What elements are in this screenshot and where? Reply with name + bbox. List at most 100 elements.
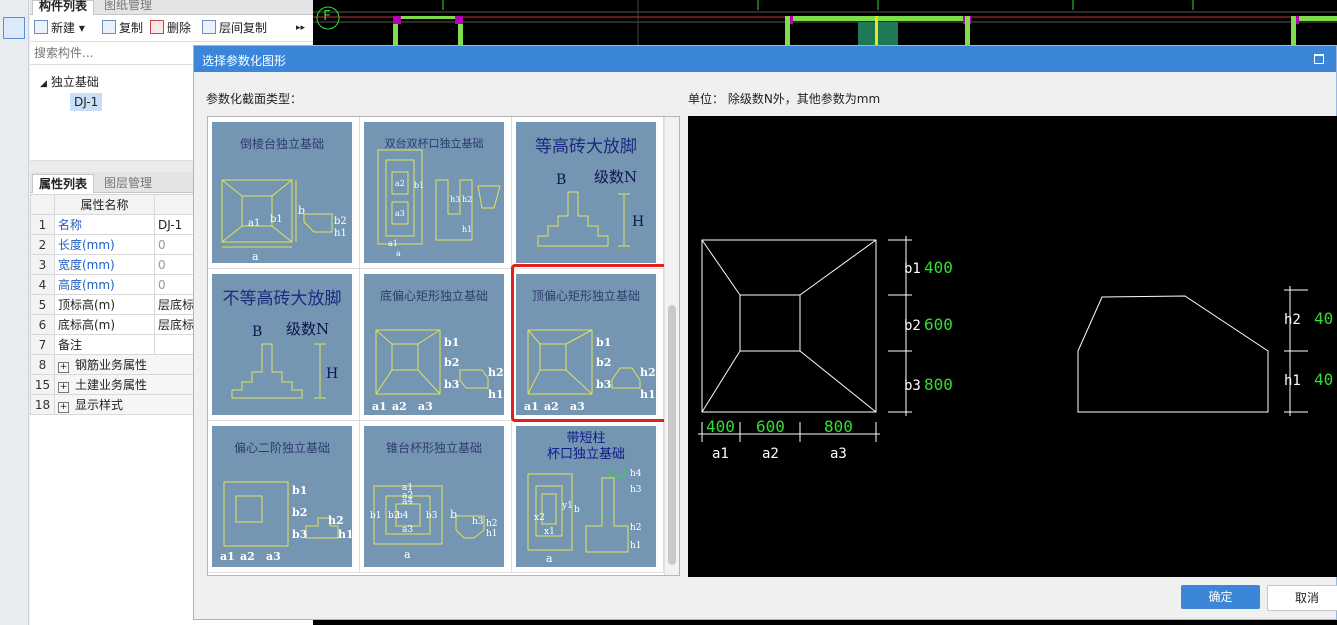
left-icon-strip — [0, 0, 29, 625]
properties-icon[interactable] — [3, 17, 25, 39]
expand-icon[interactable]: + — [58, 382, 69, 393]
prop-value[interactable]: 0 — [153, 254, 199, 275]
tab-props-list[interactable]: 属性列表 — [32, 174, 95, 193]
expand-icon[interactable]: + — [58, 362, 69, 373]
tab-drawing-manage[interactable]: 图纸管理 — [98, 0, 158, 14]
row-num: 7 — [30, 334, 55, 355]
prop-value[interactable]: 0 — [153, 274, 199, 295]
label-h1: h1 — [462, 225, 472, 234]
gallery-scrollbar[interactable] — [664, 117, 679, 575]
floor-copy-icon — [202, 20, 216, 34]
prop-group[interactable]: + 钢筋业务属性 — [53, 354, 199, 375]
prop-name: 名称 — [54, 214, 155, 235]
table-row[interactable]: 1 名称 DJ-1 — [30, 214, 199, 235]
label-h4: h4 — [630, 469, 642, 479]
shape-thumbnail: 双台双杯口独立基础 a a1 a2 a3 b1 h1 h2 h3 — [364, 122, 504, 263]
prop-name: 底标高(m) — [54, 314, 155, 335]
confirm-button[interactable]: 确定 — [1181, 585, 1260, 609]
cad-drawing — [313, 0, 1337, 45]
label-a2: a2 — [392, 400, 407, 413]
table-row[interactable]: 6 底标高(m) 层底标 — [30, 314, 199, 335]
prop-group[interactable]: + 土建业务属性 — [53, 374, 199, 395]
cad-canvas[interactable]: F — [313, 0, 1337, 45]
shape-option-short-column-cup[interactable]: 带短柱 杯口独立基础 a x1 x2 y1 b h1 h2 h3 h4 — [512, 421, 664, 573]
label-b3: b3 — [292, 528, 307, 541]
label-h2: h2 — [486, 519, 498, 529]
table-row[interactable]: 3 宽度(mm) 0 — [30, 254, 199, 275]
prop-value[interactable] — [153, 334, 199, 355]
new-button[interactable]: 新建 ▾ — [34, 20, 85, 36]
label-b: b — [450, 508, 457, 521]
table-row[interactable]: 18 + 显示样式 — [30, 394, 199, 415]
shape-thumbnail: 等高砖大放脚 B 级数N H — [516, 122, 656, 263]
selected-shape-highlight — [511, 264, 671, 422]
prop-value[interactable]: 层底标 — [153, 314, 199, 335]
table-row[interactable]: 4 高度(mm) 0 — [30, 274, 199, 295]
prop-group[interactable]: + 显示样式 — [53, 394, 199, 415]
prop-name: 顶标高(m) — [54, 294, 155, 315]
scrollbar-thumb[interactable] — [668, 305, 676, 565]
unequal-brick-diagram: B 级数N H — [231, 320, 338, 399]
shape-option-double-cup[interactable]: 双台双杯口独立基础 a a1 a2 a3 b1 h1 h2 h3 — [360, 117, 512, 269]
row-num: 18 — [30, 394, 55, 415]
search-input[interactable] — [32, 44, 196, 62]
table-row[interactable]: 5 顶标高(m) 层底标 — [30, 294, 199, 315]
tab-component-list[interactable]: 构件列表 — [32, 0, 95, 15]
label-b2: b2 — [334, 216, 347, 227]
tab-layer-manage[interactable]: 图层管理 — [98, 174, 158, 192]
row-num: 6 — [30, 314, 55, 335]
label-h1: h1 — [630, 541, 642, 551]
prop-value[interactable]: 0 — [153, 234, 199, 255]
table-row[interactable]: 7 备注 — [30, 334, 199, 355]
row-num: 5 — [30, 294, 55, 315]
toolbar-more-button[interactable]: ▸▸ — [296, 20, 305, 36]
shape-option-unequal-brick-footing[interactable]: 不等高砖大放脚 B 级数N H — [208, 269, 360, 421]
label-a: a — [252, 250, 259, 263]
preview-h2-value: 40 — [1314, 309, 1333, 328]
label-h1: h1 — [486, 529, 498, 539]
prop-value[interactable]: DJ-1 — [153, 214, 199, 235]
label-b3: b3 — [444, 378, 459, 391]
props-header-value — [153, 194, 199, 215]
label-b1: b1 — [270, 214, 283, 225]
label-a3: a3 — [266, 550, 281, 563]
label-a1: a1 — [388, 239, 398, 248]
label-h1: h1 — [334, 228, 347, 239]
props-header-row: 属性名称 — [30, 194, 199, 215]
cancel-button[interactable]: 取消 — [1267, 585, 1337, 611]
new-icon — [34, 20, 48, 34]
table-row[interactable]: 8 + 钢筋业务属性 — [30, 354, 199, 375]
shape-option-equal-brick-footing[interactable]: 等高砖大放脚 B 级数N H — [512, 117, 664, 269]
label-h2: h2 — [488, 366, 504, 379]
shape-option-eccentric-two-step[interactable]: 偏心二阶独立基础 b1 b2 b3 a1 a2 a3 h1 h2 — [208, 421, 360, 573]
dialog-titlebar[interactable]: 选择参数化图形 — [194, 46, 1336, 72]
tree-item-dj1[interactable]: DJ-1 — [70, 93, 103, 111]
delete-button[interactable]: 删除 — [150, 20, 191, 36]
label-b2: b2 — [444, 356, 459, 369]
tree-group[interactable]: ◢ 独立基础 — [40, 73, 99, 90]
eccentric-two-step-diagram: b1 b2 b3 a1 a2 a3 h1 h2 — [220, 481, 352, 563]
prop-value[interactable]: 层底标 — [153, 294, 199, 315]
shape-option-bottom-eccentric[interactable]: 底偏心矩形独立基础 b1 b2 b3 a1 a2 a3 h1 h2 — [360, 269, 512, 421]
table-row[interactable]: 15 + 土建业务属性 — [30, 374, 199, 395]
shape-thumbnail: 底偏心矩形独立基础 b1 b2 b3 a1 a2 a3 h1 h2 — [364, 274, 504, 415]
shape-gallery: 倒棱台独立基础 a b a1 b1 b2 h1 双台双杯口独立基础 a a1 a… — [207, 116, 680, 576]
dialog-title: 选择参数化图形 — [202, 54, 287, 68]
label-H: H — [632, 214, 644, 230]
floor-copy-button[interactable]: 层间复制 — [202, 20, 267, 36]
maximize-icon[interactable] — [1314, 54, 1324, 64]
label-b: b — [574, 505, 580, 515]
preview-a3-value: 800 — [824, 417, 853, 436]
shape-option-frustum-cup[interactable]: 锥台杯形独立基础 a a1 a2 a3 a4 b b1 b2 b3 b4 h1 … — [360, 421, 512, 573]
shape-option-inverted-frustum[interactable]: 倒棱台独立基础 a b a1 b1 b2 h1 — [208, 117, 360, 269]
copy-button[interactable]: 复制 — [102, 20, 143, 36]
expand-icon[interactable]: + — [58, 402, 69, 413]
shape-thumbnail: 倒棱台独立基础 a b a1 b1 b2 h1 — [212, 122, 352, 263]
preview-h2: h2 — [1284, 312, 1301, 328]
section-label: 参数化截面类型： — [206, 92, 303, 106]
row-num: 15 — [30, 374, 55, 395]
label-a: a — [396, 249, 401, 258]
table-row[interactable]: 2 长度(mm) 0 — [30, 234, 199, 255]
label-b3: b3 — [426, 511, 438, 521]
collapse-icon[interactable]: ◢ — [40, 79, 47, 89]
